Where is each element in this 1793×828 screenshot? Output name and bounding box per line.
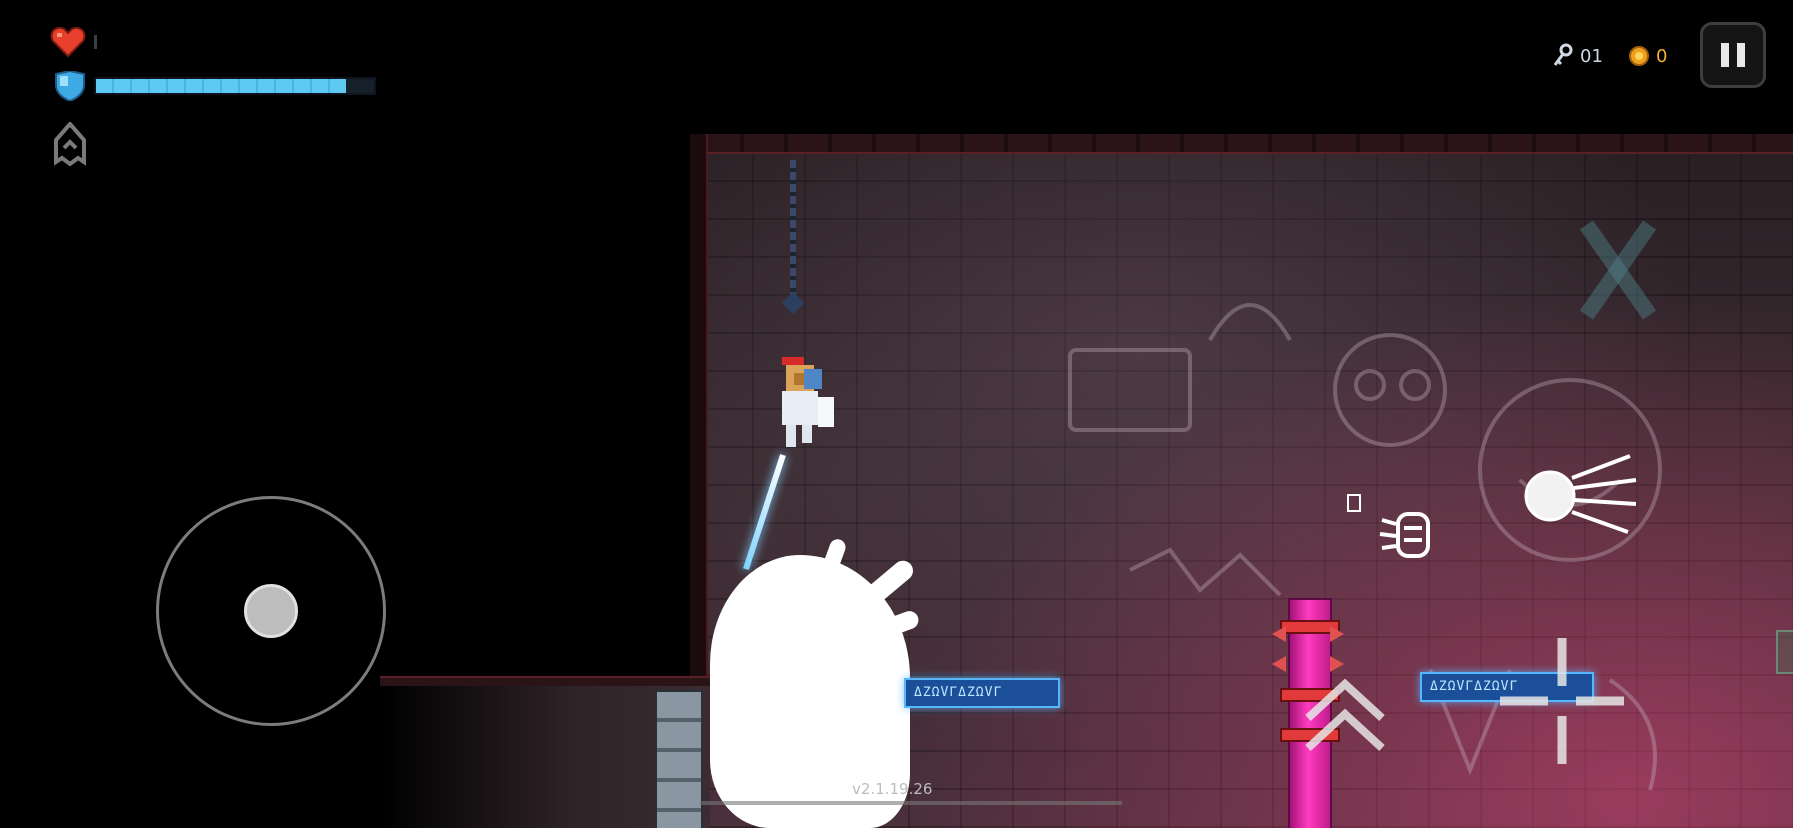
coins-count: 0 [1656, 45, 1668, 67]
weapon-orb-icon[interactable] [1520, 448, 1640, 540]
double-chevron-up-icon[interactable] [1300, 670, 1390, 760]
version-label: v2.1.19.26 [852, 780, 933, 798]
pillar-spike [1272, 626, 1286, 642]
health-tick [94, 35, 97, 49]
joystick-knob[interactable] [244, 584, 298, 638]
keys-counter: 01 [1552, 42, 1603, 70]
health-row [50, 26, 97, 58]
hanging-chain [790, 160, 796, 300]
hooded-figure-icon[interactable] [50, 122, 90, 166]
keys-count: 01 [1580, 45, 1603, 67]
shield-icon [55, 71, 85, 101]
shield-bar [94, 77, 376, 95]
stone-pillar [655, 690, 703, 828]
heart-icon [50, 26, 86, 58]
ceiling-border [700, 134, 1793, 154]
progress-bar [700, 801, 1122, 805]
coins-counter: 0 [1628, 42, 1667, 70]
shield-bar-fill [96, 79, 347, 93]
corridor-ledge [380, 676, 710, 686]
pause-icon [1737, 43, 1745, 67]
crosshair-icon[interactable] [1500, 636, 1624, 766]
virtual-joystick[interactable] [156, 496, 386, 726]
shield-row [54, 71, 376, 101]
key-icon [1553, 43, 1573, 66]
room-exit-marker [1776, 630, 1793, 674]
dash-icon[interactable] [1378, 500, 1438, 570]
rune-sign: ΔΖΩVΓΔΖΩVΓ [904, 678, 1060, 708]
pillar-spike [1330, 626, 1344, 642]
left-wall [690, 134, 708, 694]
player-character [782, 357, 834, 447]
pause-button[interactable] [1700, 22, 1766, 88]
pillar-spike [1272, 656, 1286, 672]
coin-icon [1629, 46, 1649, 66]
pause-icon [1721, 43, 1729, 67]
target-marker-icon [1347, 494, 1361, 512]
